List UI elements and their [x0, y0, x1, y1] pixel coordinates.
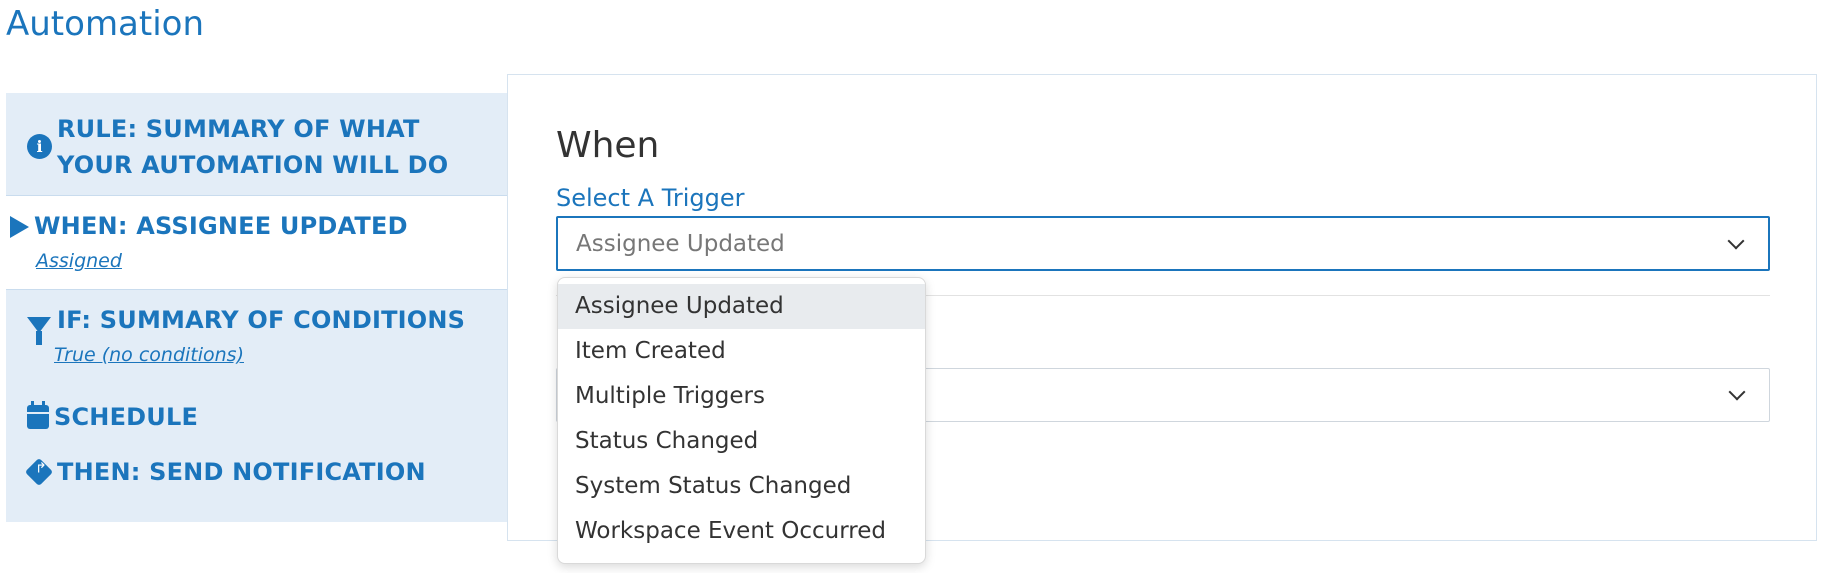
dropdown-option-item-created[interactable]: Item Created: [558, 329, 925, 374]
dropdown-option-status-changed[interactable]: Status Changed: [558, 419, 925, 464]
trigger-field-label: Select A Trigger: [556, 184, 745, 212]
nav-item-when[interactable]: WHEN: ASSIGNEE UPDATED Assigned: [6, 195, 507, 290]
page-title: Automation: [6, 4, 205, 44]
nav-item-then-label: THEN: SEND NOTIFICATION: [57, 458, 426, 486]
nav-item-if[interactable]: IF: SUMMARY OF CONDITIONS True (no condi…: [6, 302, 507, 382]
automation-steps-nav: i RULE: SUMMARY OF WHAT YOUR AUTOMATION …: [6, 93, 507, 522]
nav-item-then[interactable]: THEN: SEND NOTIFICATION: [6, 454, 507, 494]
chevron-down-icon: [1727, 232, 1745, 250]
calendar-icon: [27, 401, 49, 429]
info-circle-icon: i: [27, 134, 52, 159]
chevron-down-icon: [1728, 383, 1746, 401]
nav-item-schedule-label: SCHEDULE: [54, 403, 199, 431]
nav-item-if-label: IF: SUMMARY OF CONDITIONS: [57, 306, 466, 334]
dropdown-option-workspace-event-occurred[interactable]: Workspace Event Occurred: [558, 509, 925, 554]
section-heading: When: [556, 125, 660, 166]
nav-item-rule-label: RULE: SUMMARY OF WHAT YOUR AUTOMATION WI…: [57, 115, 449, 179]
dropdown-option-assignee-updated[interactable]: Assignee Updated: [558, 284, 925, 329]
caret-right-icon: [10, 216, 29, 238]
directions-icon: [24, 457, 54, 487]
trigger-select-value: Assignee Updated: [576, 231, 785, 257]
dropdown-option-system-status-changed[interactable]: System Status Changed: [558, 464, 925, 509]
filter-icon: [27, 317, 51, 345]
dropdown-option-multiple-triggers[interactable]: Multiple Triggers: [558, 374, 925, 419]
nav-item-when-summary-link[interactable]: Assigned: [36, 250, 122, 272]
trigger-dropdown-menu: Assignee Updated Item Created Multiple T…: [557, 277, 926, 564]
nav-item-rule[interactable]: i RULE: SUMMARY OF WHAT YOUR AUTOMATION …: [6, 111, 507, 183]
nav-item-if-summary-link[interactable]: True (no conditions): [54, 344, 244, 366]
trigger-select[interactable]: Assignee Updated: [556, 216, 1770, 271]
nav-item-when-label: WHEN: ASSIGNEE UPDATED: [34, 212, 408, 240]
nav-item-schedule[interactable]: SCHEDULE: [6, 399, 507, 439]
